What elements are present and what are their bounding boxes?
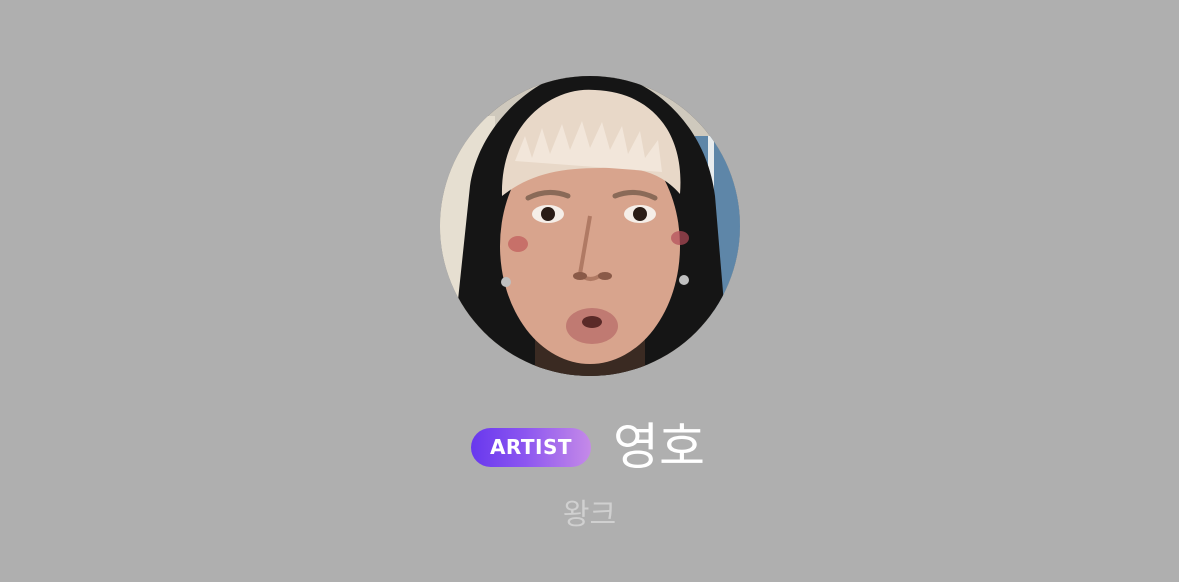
- artist-name-row: ARTIST 영호: [0, 416, 1179, 478]
- artist-group-name: 왕크: [562, 497, 617, 531]
- artist-avatar[interactable]: [440, 76, 740, 376]
- artist-profile-header: ARTIST 영호 왕크: [0, 0, 1179, 582]
- artist-name: 영호: [613, 418, 705, 476]
- avatar-photo: [440, 76, 740, 376]
- artist-badge: ARTIST: [471, 428, 591, 467]
